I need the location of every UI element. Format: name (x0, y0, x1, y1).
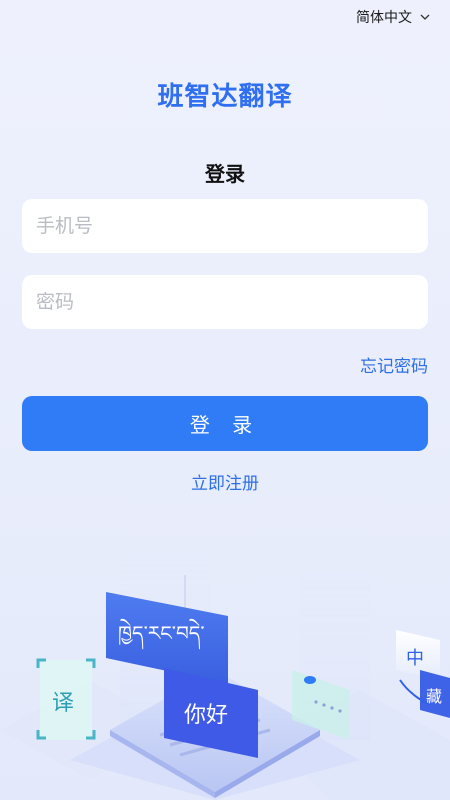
language-selector[interactable]: 简体中文 (356, 6, 430, 28)
password-field[interactable] (22, 274, 428, 330)
forgot-password-link[interactable]: 忘记密码 (360, 352, 428, 377)
password-input[interactable] (34, 274, 416, 330)
translate-char: 译 (52, 691, 74, 716)
login-button[interactable]: 登 录 (22, 396, 428, 451)
app-title: 班智达翻译 (157, 82, 293, 112)
register-link[interactable]: 立即注册 (0, 469, 450, 494)
chinese-text: 你好 (184, 703, 228, 728)
phone-field[interactable] (22, 198, 428, 254)
language-tiles: 中 藏 (396, 630, 450, 718)
translate-icon: 译 (36, 658, 96, 740)
translation-illustration: ཁྱེད་རང་བདེ་ 你好 译 中 藏 (0, 540, 450, 800)
tile-char-zhong: 中 (406, 648, 424, 669)
chevron-down-icon (420, 14, 430, 20)
login-heading: 登录 (205, 162, 245, 186)
language-label: 简体中文 (356, 10, 412, 26)
phone-input[interactable] (34, 198, 416, 254)
